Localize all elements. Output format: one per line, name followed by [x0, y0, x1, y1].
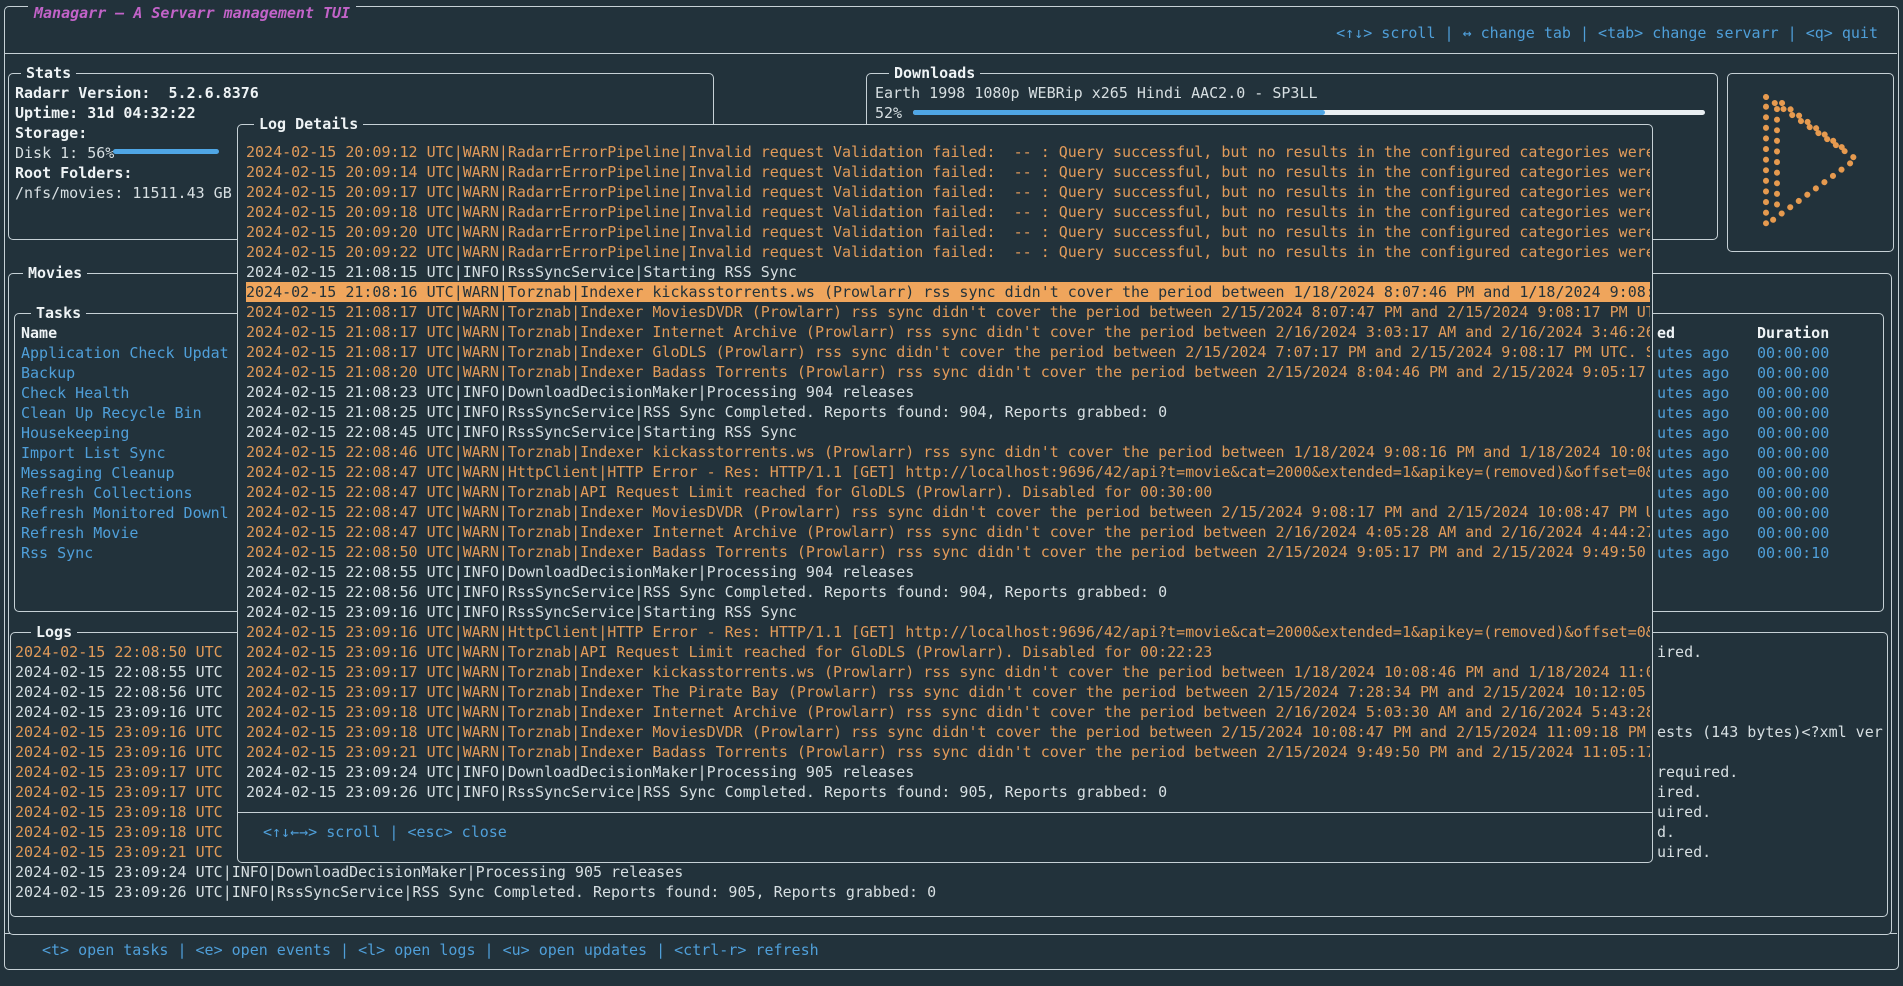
log-detail-line[interactable]: 2024-02-15 22:08:50 UTC|WARN|Torznab|Ind… — [246, 542, 1650, 562]
log-detail-line[interactable]: 2024-02-15 21:08:25 UTC|INFO|RssSyncServ… — [246, 402, 1650, 422]
stats-panel-title: Stats — [21, 63, 76, 83]
logo-panel — [1727, 73, 1894, 252]
tasks-duration-header: Duration — [1757, 323, 1829, 343]
task-duration-cell: 00:00:00 — [1757, 503, 1877, 523]
log-detail-line[interactable]: 2024-02-15 23:09:17 UTC|WARN|Torznab|Ind… — [246, 662, 1650, 682]
download-item-title[interactable]: Earth 1998 1080p WEBRip x265 Hindi AAC2.… — [875, 83, 1711, 103]
log-details-modal: Log Details 2024-02-15 20:09:12 UTC|WARN… — [237, 124, 1653, 863]
log-detail-line[interactable]: 2024-02-15 23:09:18 UTC|WARN|Torznab|Ind… — [246, 722, 1650, 742]
log-detail-line[interactable]: 2024-02-15 21:08:15 UTC|INFO|RssSyncServ… — [246, 262, 1650, 282]
log-detail-line[interactable]: 2024-02-15 23:09:18 UTC|WARN|Torznab|Ind… — [246, 702, 1650, 722]
log-detail-line[interactable]: 2024-02-15 21:08:17 UTC|WARN|Torznab|Ind… — [246, 322, 1650, 342]
log-detail-line[interactable]: 2024-02-15 20:09:20 UTC|WARN|RadarrError… — [246, 222, 1650, 242]
log-detail-line[interactable]: 2024-02-15 23:09:21 UTC|WARN|Torznab|Ind… — [246, 742, 1650, 762]
task-duration-cell: 00:00:00 — [1757, 523, 1877, 543]
log-entry-tail: uired. — [1657, 802, 1883, 822]
log-entry-tail: ests (143 bytes)<?xml ver — [1657, 722, 1883, 742]
log-detail-line[interactable]: 2024-02-15 20:09:17 UTC|WARN|RadarrError… — [246, 182, 1650, 202]
log-details-list: 2024-02-15 20:09:12 UTC|WARN|RadarrError… — [246, 142, 1650, 802]
log-detail-line[interactable]: 2024-02-15 22:08:46 UTC|WARN|Torznab|Ind… — [246, 442, 1650, 462]
log-detail-line[interactable]: 2024-02-15 22:08:55 UTC|INFO|DownloadDec… — [246, 562, 1650, 582]
modal-footer-divider — [238, 812, 1652, 813]
log-detail-line[interactable]: 2024-02-15 21:08:17 UTC|WARN|Torznab|Ind… — [246, 302, 1650, 322]
log-detail-line[interactable]: 2024-02-15 20:09:18 UTC|WARN|RadarrError… — [246, 202, 1650, 222]
log-detail-line[interactable]: 2024-02-15 20:09:12 UTC|WARN|RadarrError… — [246, 142, 1650, 162]
task-duration-cell: 00:00:00 — [1757, 483, 1877, 503]
log-detail-line[interactable]: 2024-02-15 21:08:23 UTC|INFO|DownloadDec… — [246, 382, 1650, 402]
downloads-panel-title: Downloads — [889, 63, 980, 83]
task-duration-cell: 00:00:00 — [1757, 443, 1877, 463]
log-detail-line[interactable]: 2024-02-15 23:09:17 UTC|WARN|Torznab|Ind… — [246, 682, 1650, 702]
log-detail-line[interactable]: 2024-02-15 20:09:14 UTC|WARN|RadarrError… — [246, 162, 1650, 182]
task-duration-cell: 00:00:00 — [1757, 383, 1877, 403]
stats-line: Radarr Version: 5.2.6.8376 — [15, 83, 707, 103]
task-duration-cell: 00:00:00 — [1757, 343, 1877, 363]
modal-keybind-hints: <↑↓←→> scroll | <esc> close — [263, 822, 507, 842]
task-duration-cell: 00:00:00 — [1757, 363, 1877, 383]
log-details-modal-title: Log Details — [254, 114, 363, 134]
log-entry-tail: uired. — [1657, 842, 1883, 862]
task-duration-cell: 00:00:00 — [1757, 423, 1877, 443]
log-detail-line[interactable]: 2024-02-15 22:08:47 UTC|WARN|Torznab|Ind… — [246, 522, 1650, 542]
log-detail-line[interactable]: 2024-02-15 22:08:47 UTC|WARN|Torznab|API… — [246, 482, 1650, 502]
log-entry-tail: required. — [1657, 762, 1883, 782]
log-detail-line[interactable]: 2024-02-15 22:08:45 UTC|INFO|RssSyncServ… — [246, 422, 1650, 442]
download-progress-bar — [913, 110, 1325, 115]
task-duration-cell: 00:00:00 — [1757, 403, 1877, 423]
bottom-keybind-hints: <t> open tasks | <e> open events | <l> o… — [42, 940, 819, 960]
tasks-queued-header: ed — [1657, 323, 1675, 343]
log-detail-line[interactable]: 2024-02-15 22:08:47 UTC|WARN|Torznab|Ind… — [246, 502, 1650, 522]
log-entry-tail — [1657, 882, 1883, 902]
log-detail-line[interactable]: 2024-02-15 23:09:24 UTC|INFO|DownloadDec… — [246, 762, 1650, 782]
log-entry[interactable]: 2024-02-15 23:09:24 UTC|INFO|DownloadDec… — [15, 862, 1215, 882]
log-entry-tail — [1657, 862, 1883, 882]
log-detail-line[interactable]: 2024-02-15 20:09:22 UTC|WARN|RadarrError… — [246, 242, 1650, 262]
log-detail-line[interactable]: 2024-02-15 21:08:20 UTC|WARN|Torznab|Ind… — [246, 362, 1650, 382]
log-detail-line[interactable]: 2024-02-15 22:08:56 UTC|INFO|RssSyncServ… — [246, 582, 1650, 602]
app-title: Managarr – A Servarr management TUI — [28, 3, 356, 23]
log-detail-line[interactable]: 2024-02-15 23:09:26 UTC|INFO|RssSyncServ… — [246, 782, 1650, 802]
log-entry-tail — [1657, 702, 1883, 722]
log-detail-line[interactable]: 2024-02-15 23:09:16 UTC|WARN|Torznab|API… — [246, 642, 1650, 662]
task-duration-cell: 00:00:10 — [1757, 543, 1877, 563]
log-entry-tail — [1657, 682, 1883, 702]
logs-panel-title: Logs — [31, 622, 77, 642]
header-divider — [5, 53, 1897, 54]
disk-usage-gauge — [113, 149, 219, 154]
log-entry-tail — [1657, 742, 1883, 762]
tasks-name-header: Name — [21, 323, 57, 343]
log-detail-line[interactable]: 2024-02-15 21:08:16 UTC|WARN|Torznab|Ind… — [246, 282, 1650, 302]
log-detail-line[interactable]: 2024-02-15 23:09:16 UTC|INFO|RssSyncServ… — [246, 602, 1650, 622]
log-detail-line[interactable]: 2024-02-15 21:08:17 UTC|WARN|Torznab|Ind… — [246, 342, 1650, 362]
task-duration-cell: 00:00:00 — [1757, 463, 1877, 483]
log-detail-line[interactable]: 2024-02-15 23:09:16 UTC|WARN|HttpClient|… — [246, 622, 1650, 642]
movies-panel-title: Movies — [23, 263, 87, 283]
log-entry-tail: ired. — [1657, 642, 1883, 662]
top-keybind-hints: <↑↓> scroll | ↔ change tab | <tab> chang… — [1336, 23, 1878, 43]
log-entry[interactable]: 2024-02-15 23:09:26 UTC|INFO|RssSyncServ… — [15, 882, 1215, 902]
log-detail-line[interactable]: 2024-02-15 22:08:47 UTC|WARN|HttpClient|… — [246, 462, 1650, 482]
logs-right-fragments: ired.ests (143 bytes)<?xml verrequired.i… — [1657, 642, 1883, 902]
managarr-app: Managarr – A Servarr management TUI Rada… — [0, 0, 1903, 986]
download-percent: 52% — [875, 103, 915, 123]
tasks-panel-title: Tasks — [31, 303, 86, 323]
log-entry-tail: d. — [1657, 822, 1883, 842]
servarr-tabs: Radarr │ Sonarr — [44, 23, 234, 43]
log-entry-tail — [1657, 662, 1883, 682]
log-entry-tail: ired. — [1657, 782, 1883, 802]
tasks-duration-column: 00:00:0000:00:0000:00:0000:00:0000:00:00… — [1757, 343, 1877, 563]
play-logo-icon — [1752, 89, 1872, 234]
